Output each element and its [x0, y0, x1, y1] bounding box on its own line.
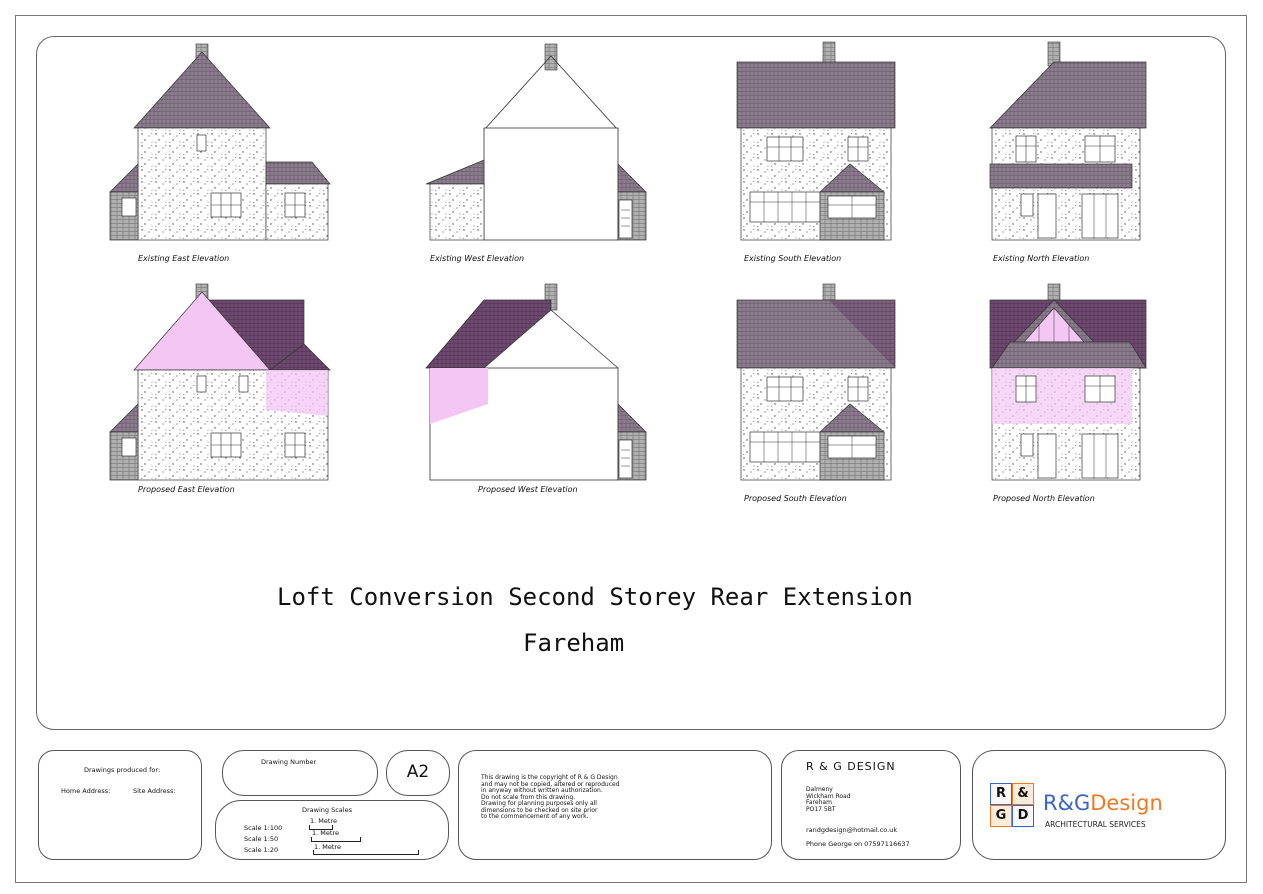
project-title: Loft Conversion Second Storey Rear Exten…	[277, 583, 913, 611]
scale-50-bar	[311, 837, 361, 842]
scale-20-label: Scale 1:20	[244, 846, 279, 854]
scale-100-label: Scale 1:100	[244, 824, 283, 832]
caption-existing-south: Existing South Elevation	[744, 254, 842, 263]
existing-west-elevation	[425, 43, 647, 241]
caption-existing-east: Existing East Elevation	[138, 254, 230, 263]
company-address: Dalmeny Wickham Road Fareham PO17 5BT	[806, 786, 851, 813]
drawing-number-box: Drawing Number	[222, 750, 378, 796]
site-address-label: Site Address:	[133, 787, 176, 795]
sheet-size-box: A2	[386, 750, 450, 796]
client-box: Drawings produced for: Home Address: Sit…	[38, 750, 202, 860]
sheet-size: A2	[406, 762, 430, 782]
caption-proposed-west: Proposed West Elevation	[478, 485, 578, 494]
logo-brand-rg: R&G	[1043, 791, 1091, 815]
proposed-west-elevation	[425, 283, 647, 481]
logo-brand-design: Design	[1090, 791, 1163, 815]
logo-r-tile: R	[990, 783, 1012, 805]
existing-south-elevation	[736, 41, 896, 241]
home-address-label: Home Address:	[61, 787, 111, 795]
copyright-box: This drawing is the copyright of R & G D…	[458, 750, 772, 860]
scale-100-bar-label: 1. Metre	[310, 817, 337, 825]
company-email: randgdesign@hotmail.co.uk	[806, 826, 898, 834]
drawing-scales-box: Drawing Scales Scale 1:100 1. Metre Scal…	[215, 800, 449, 860]
caption-existing-west: Existing West Elevation	[430, 254, 525, 263]
scale-50-label: Scale 1:50	[244, 835, 279, 843]
caption-proposed-south: Proposed South Elevation	[744, 494, 847, 503]
caption-existing-north: Existing North Elevation	[993, 254, 1090, 263]
drawing-number-label: Drawing Number	[261, 758, 317, 766]
logo-brand: R&GDesign	[1043, 791, 1163, 815]
proposed-east-elevation	[109, 283, 331, 481]
existing-north-elevation	[989, 41, 1147, 241]
proposed-south-elevation	[736, 283, 896, 481]
company-name: R & G DESIGN	[806, 760, 896, 773]
scale-20-bar	[313, 850, 419, 855]
caption-proposed-north: Proposed North Elevation	[993, 494, 1095, 503]
project-location: Fareham	[523, 629, 625, 657]
logo-g-tile: G	[990, 805, 1012, 827]
logo-d-tile: D	[1012, 805, 1034, 827]
logo-amp-tile: &	[1012, 783, 1034, 805]
copyright-notice: This drawing is the copyright of R & G D…	[481, 774, 620, 820]
caption-proposed-east: Proposed East Elevation	[138, 485, 235, 494]
drawing-scales-label: Drawing Scales	[302, 806, 352, 814]
rg-logo-mark: R & G D	[990, 783, 1034, 827]
company-phone: Phone George on 07597116637	[806, 840, 910, 848]
scale-50-bar-label: 1. Metre	[312, 829, 339, 837]
produced-for-label: Drawings produced for:	[84, 766, 161, 774]
logo-tagline: ARCHITECTURAL SERVICES	[1045, 820, 1146, 829]
company-box: R & G DESIGN Dalmeny Wickham Road Fareha…	[781, 750, 961, 860]
existing-east-elevation	[109, 43, 331, 241]
logo-box: R & G D R&GDesign ARCHITECTURAL SERVICES	[972, 750, 1226, 860]
proposed-north-elevation	[989, 283, 1147, 481]
